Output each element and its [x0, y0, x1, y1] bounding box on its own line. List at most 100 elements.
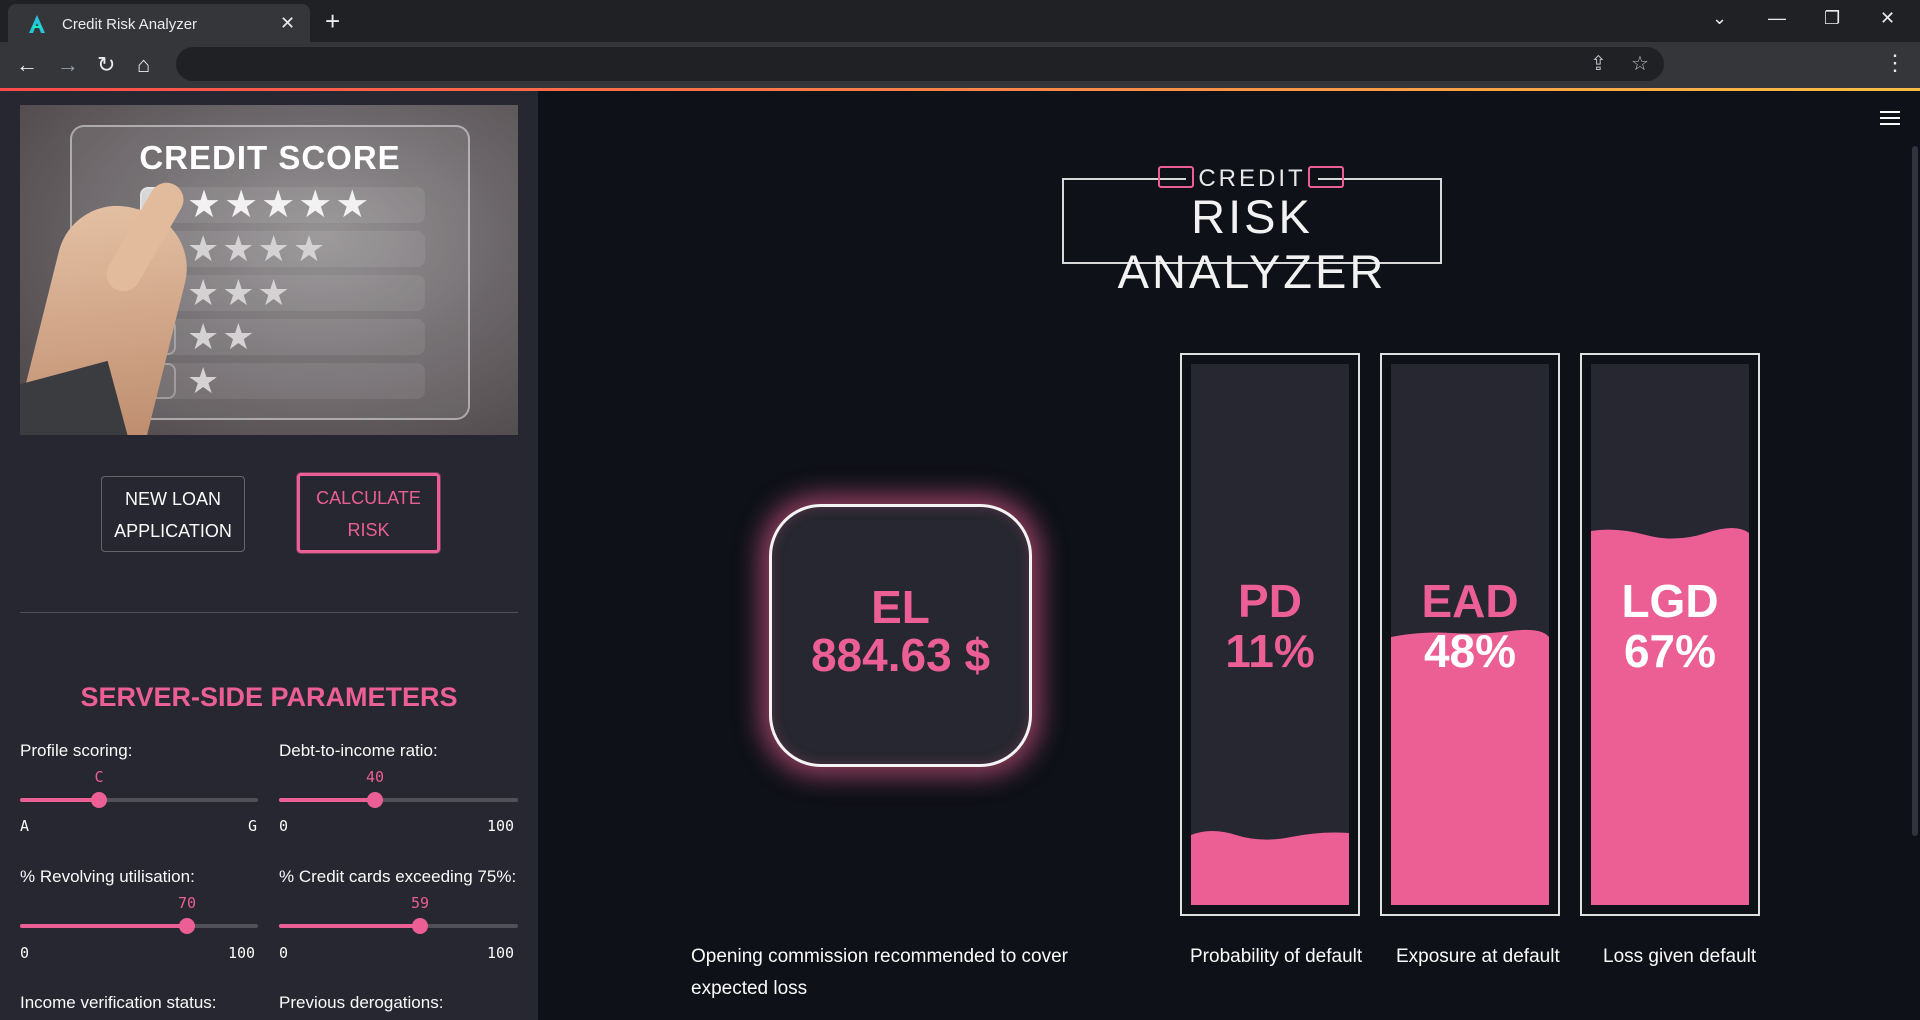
tab-title: Credit Risk Analyzer: [62, 16, 198, 33]
gauge-label: PD 11%: [1191, 576, 1349, 676]
gauge-wave: [1591, 528, 1749, 545]
expected-loss-text: EL 884.63 $: [772, 583, 1029, 679]
money-hand-icon: [1308, 166, 1344, 188]
stars-icon: ★★: [187, 316, 258, 357]
stars-icon: ★★★★★: [187, 184, 373, 226]
button-label-line: CALCULATE: [316, 488, 421, 508]
slider-max: 100: [487, 817, 515, 835]
slider-fill: [20, 798, 99, 802]
new-loan-application-button[interactable]: NEW LOAN APPLICATION: [101, 476, 245, 552]
browser-toolbar: ← → ↻ ⌂ ⇪ ☆ ⋮: [0, 42, 1920, 88]
sidebar: CREDIT SCORE ★★★★★ ★★★★ ★★★ ★★ ★ NEW LOA…: [0, 91, 538, 1020]
ead-caption: Exposure at default: [1396, 946, 1560, 967]
gauge-inner: EAD 48%: [1391, 364, 1549, 905]
gauge-value: 48%: [1423, 625, 1517, 677]
hamburger-menu-icon[interactable]: [1880, 111, 1900, 129]
gauge-title: PD: [1238, 575, 1302, 627]
debt-to-income-slider[interactable]: [279, 792, 518, 808]
app-logo: CREDIT RISK ANALYZER: [1062, 139, 1442, 298]
new-tab-button[interactable]: +: [325, 6, 340, 37]
star-row: ★★: [140, 316, 425, 357]
forward-icon[interactable]: →: [57, 52, 79, 78]
profile-scoring-slider[interactable]: [20, 792, 258, 808]
slider-fill: [279, 798, 375, 802]
gauge-wave: [1191, 831, 1349, 847]
gauge-title: LGD: [1621, 575, 1719, 627]
el-caption: Opening commission recommended to cover …: [691, 941, 1068, 1005]
slider-thumb[interactable]: [179, 918, 195, 934]
el-value: 884.63 $: [810, 629, 991, 681]
share-icon[interactable]: ⇪: [1590, 51, 1607, 76]
scrollbar[interactable]: [1912, 146, 1918, 836]
app-logo-icon: [29, 15, 45, 33]
slider-value: 59: [410, 894, 430, 912]
slider-label-credit-cards-exceeding: % Credit cards exceeding 75%:: [279, 867, 517, 886]
logo-main-text: RISK ANALYZER: [1117, 190, 1387, 298]
revolving-utilisation-slider[interactable]: [20, 918, 258, 934]
slider-label-debt-to-income: Debt-to-income ratio:: [279, 741, 438, 760]
pd-caption: Probability of default: [1190, 946, 1363, 967]
money-hand-icon: [1158, 166, 1194, 188]
address-bar[interactable]: ⇪ ☆: [176, 47, 1664, 81]
slider-thumb[interactable]: [91, 792, 107, 808]
gauge-inner: PD 11%: [1191, 364, 1349, 905]
section-title: SERVER-SIDE PARAMETERS: [80, 682, 458, 712]
stars-icon: ★★★★: [187, 228, 329, 269]
gauge-value: 67%: [1623, 625, 1717, 677]
slider-value: C: [94, 768, 104, 786]
slider-label-profile-scoring: Profile scoring:: [20, 741, 133, 760]
browser-tab-bar: Credit Risk Analyzer ✕ + ⌄ — ❐ ✕: [0, 0, 1920, 42]
slider-min: 0: [279, 817, 289, 835]
restore-icon[interactable]: ❐: [1824, 8, 1840, 29]
gauge-fill: [1391, 645, 1549, 905]
button-label-line: NEW LOAN: [124, 489, 221, 509]
gauge-label: LGD 67%: [1591, 576, 1749, 676]
slider-label-revolving-utilisation: % Revolving utilisation:: [20, 867, 195, 886]
tab-search-icon[interactable]: ⌄: [1712, 8, 1727, 29]
slider-value: 40: [365, 768, 385, 786]
browser-tab[interactable]: Credit Risk Analyzer ✕: [8, 4, 310, 42]
previous-derogations-label: Previous derogations:: [279, 993, 444, 1012]
button-label-line: APPLICATION: [114, 521, 232, 541]
hero-title: CREDIT SCORE: [139, 139, 401, 176]
home-icon[interactable]: ⌂: [137, 52, 150, 78]
bookmark-star-icon[interactable]: ☆: [1631, 51, 1649, 76]
ead-gauge: EAD 48%: [1380, 353, 1560, 916]
star-row: ★★★★: [140, 228, 425, 269]
slider-thumb[interactable]: [412, 918, 428, 934]
lgd-gauge: LGD 67%: [1580, 353, 1760, 916]
income-verification-label: Income verification status:: [20, 993, 217, 1012]
close-tab-icon[interactable]: ✕: [280, 13, 295, 34]
stars-icon: ★: [187, 360, 223, 401]
star-row: ★★★: [140, 272, 425, 313]
stars-icon: ★★★: [187, 272, 293, 313]
star-row: ★: [140, 360, 425, 401]
slider-max: G: [248, 817, 258, 835]
divider: [20, 612, 518, 613]
gauge-fill: [1191, 845, 1349, 905]
pd-gauge: PD 11%: [1180, 353, 1360, 916]
credit-score-image: CREDIT SCORE ★★★★★ ★★★★ ★★★ ★★ ★: [20, 105, 518, 435]
minimize-icon[interactable]: —: [1768, 8, 1786, 29]
slider-max: 100: [228, 944, 256, 962]
calculate-risk-button[interactable]: CALCULATE RISK: [297, 473, 440, 553]
slider-thumb[interactable]: [367, 792, 383, 808]
gauge-inner: LGD 67%: [1591, 364, 1749, 905]
slider-fill: [279, 924, 420, 928]
slider-min: 0: [279, 944, 289, 962]
caption-line: Opening commission recommended to cover: [691, 946, 1069, 967]
el-label: EL: [871, 581, 930, 633]
credit-cards-exceeding-slider[interactable]: [279, 918, 518, 934]
slider-value: 70: [177, 894, 197, 912]
window-close-icon[interactable]: ✕: [1880, 8, 1895, 29]
button-label-line: RISK: [347, 520, 390, 540]
main-content: CREDIT RISK ANALYZER EL 884.63 $ PD 11%: [538, 91, 1920, 1020]
caption-line: expected loss: [691, 978, 808, 999]
back-icon[interactable]: ←: [16, 52, 38, 78]
reload-icon[interactable]: ↻: [97, 52, 115, 78]
gauge-title: EAD: [1421, 575, 1519, 627]
browser-menu-icon[interactable]: ⋮: [1884, 50, 1906, 76]
expected-loss-card: EL 884.63 $: [769, 504, 1032, 767]
gauge-value: 11%: [1225, 625, 1315, 677]
lgd-caption: Loss given default: [1603, 946, 1757, 967]
